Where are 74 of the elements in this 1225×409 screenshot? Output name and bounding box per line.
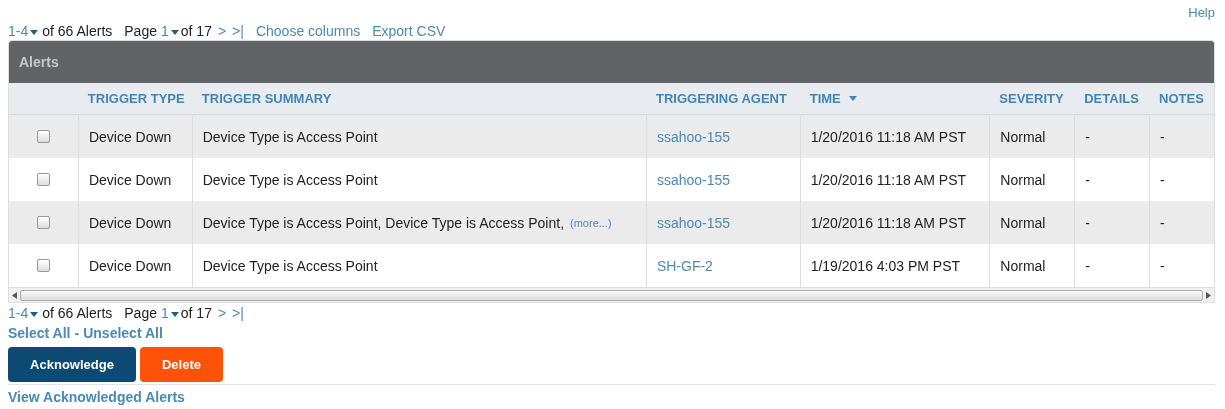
next-page-link[interactable]: > (217, 304, 227, 322)
table-cell: 1/20/2016 11:18 AM PST (810, 127, 967, 146)
link-separator: - (74, 324, 80, 342)
table-cell: Normal (1000, 127, 1046, 146)
table-cell: - (1085, 127, 1090, 146)
table-cell: Normal (1000, 213, 1046, 232)
table-cell: Device Down (88, 256, 172, 275)
range-dropdown[interactable]: 1-4 (8, 304, 41, 322)
range-dropdown[interactable]: 1-4 (8, 22, 41, 40)
column-header[interactable]: TRIGGERING AGENT (655, 89, 787, 108)
table-cell: Device Type is Access Point (202, 256, 378, 275)
horizontal-scrollbar[interactable] (9, 287, 1214, 302)
page-count: of 17 (180, 22, 212, 40)
row-checkbox[interactable] (36, 173, 50, 186)
table-cell: Device Down (88, 213, 172, 232)
last-page-link[interactable]: >| (232, 22, 244, 40)
table-cell: 1/20/2016 11:18 AM PST (810, 170, 967, 189)
next-page-link[interactable]: > (217, 22, 227, 40)
agent-link[interactable]: SH-GF-2 (656, 256, 713, 275)
select-all-link[interactable]: Select All (8, 324, 71, 342)
view-acknowledged-link[interactable]: View Acknowledged Alerts (8, 389, 185, 405)
agent-link[interactable]: ssahoo-155 (656, 170, 731, 189)
caret-icon (30, 312, 39, 317)
total-count: of 66 Alerts (42, 22, 113, 40)
page-label: Page (124, 304, 157, 322)
toolbar-link[interactable]: Export CSV (372, 22, 446, 40)
page-dropdown[interactable]: 1 (161, 22, 181, 40)
table-cell: 1/20/2016 11:18 AM PST (810, 213, 967, 232)
more-link[interactable]: (more...) (570, 213, 612, 232)
table-cell: - (1160, 127, 1165, 146)
column-header[interactable]: NOTES (1159, 89, 1204, 108)
table-cell: - (1160, 256, 1165, 275)
caret-icon (30, 30, 39, 35)
row-checkbox[interactable] (36, 259, 50, 272)
last-page-link[interactable]: >| (232, 304, 244, 322)
table-cell: Device Type is Access Point (202, 127, 378, 146)
agent-link[interactable]: ssahoo-155 (656, 213, 731, 232)
help-link[interactable]: Help (1188, 4, 1215, 22)
toolbar-link[interactable]: Choose columns (255, 22, 361, 40)
table-cell: Device Type is Access Point (202, 170, 378, 189)
table-cell: Normal (1000, 170, 1046, 189)
column-header[interactable]: DETAILS (1084, 89, 1139, 108)
page-count: of 17 (180, 304, 212, 322)
row-checkbox[interactable] (36, 216, 50, 229)
page-dropdown[interactable]: 1 (161, 304, 181, 322)
column-header[interactable]: TIME (809, 89, 857, 108)
column-header[interactable]: TRIGGER SUMMARY (201, 89, 332, 108)
delete-button[interactable]: Delete (140, 347, 223, 382)
table-cell: Device Down (88, 127, 172, 146)
table-cell: - (1160, 213, 1165, 232)
page-label: Page (124, 22, 157, 40)
table-cell: Normal (1000, 256, 1046, 275)
caret-icon (170, 30, 179, 35)
table-cell: - (1160, 170, 1165, 189)
scrollbar-thumb[interactable] (20, 289, 1203, 301)
scroll-right-icon[interactable] (1206, 291, 1211, 299)
table-cell: - (1085, 256, 1090, 275)
unselect-all-link[interactable]: Unselect All (83, 324, 163, 342)
column-header[interactable]: SEVERITY (999, 89, 1064, 108)
scroll-left-icon[interactable] (12, 291, 17, 299)
table-cell: - (1085, 213, 1090, 232)
column-header[interactable]: TRIGGER TYPE (87, 89, 185, 108)
table-cell: 1/19/2016 4:03 PM PST (810, 256, 961, 275)
acknowledge-button[interactable]: Acknowledge (8, 347, 136, 382)
table-title: Alerts (19, 53, 59, 71)
table-cell: Device Down (88, 170, 172, 189)
total-count: of 66 Alerts (42, 304, 113, 322)
table-row[interactable]: Device Down Device Type is Access Point ssahoo-155 1/20/2016 11:18 AM PST Normal - - (9, 115, 1214, 158)
agent-link[interactable]: ssahoo-155 (656, 127, 731, 146)
row-checkbox[interactable] (36, 130, 50, 143)
table-cell: - (1085, 170, 1090, 189)
table-cell: Device Type is Access Point, Device Type is Access Point, (202, 213, 565, 232)
table-row[interactable]: Device Down Device Type is Access Point, Device Type is Access Point, (more...) ssahoo-155 1/20/2016 11:18 AM PST Normal - - (9, 201, 1214, 244)
caret-icon (170, 312, 179, 317)
